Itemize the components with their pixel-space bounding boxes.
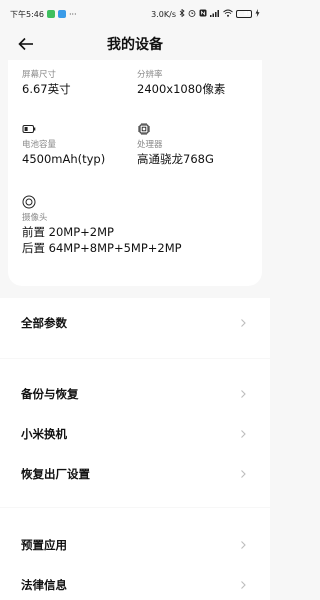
all-params-row[interactable]: 全部参数 <box>0 303 270 343</box>
battery-capacity-icon <box>22 125 36 133</box>
mi-mover-label: 小米换机 <box>21 427 67 441</box>
wifi-icon <box>223 9 233 19</box>
backup-restore-label: 备份与恢复 <box>21 387 79 401</box>
spec-camera-rear: 后置 64MP+8MP+5MP+2MP <box>22 241 182 255</box>
spec-resolution: 分辨率 2400x1080像素 <box>137 69 225 97</box>
factory-reset-row[interactable]: 恢复出厂设置 <box>0 454 270 494</box>
spec-screen-size-value: 6.67英寸 <box>22 82 71 96</box>
network-speed: 3.0K/s <box>151 9 176 19</box>
status-bar: 下午5:46 ··· 3.0K/s 85 <box>0 0 270 28</box>
battery-icon: 85 <box>236 10 252 18</box>
spec-screen-size: 屏幕尺寸 6.67英寸 <box>22 69 71 97</box>
page-title: 我的设备 <box>107 37 163 53</box>
more-notifications-indicator: ··· <box>68 9 77 19</box>
alarm-icon <box>188 9 196 19</box>
bluetooth-icon <box>179 8 185 19</box>
spec-battery-value: 4500mAh(typ) <box>22 152 106 166</box>
spec-processor-value: 高通骁龙768G <box>137 152 214 166</box>
backup-reset-group: 备份与恢复 小米换机 恢复出厂设置 <box>0 359 270 507</box>
legal-info-row[interactable]: 法律信息 <box>0 565 270 600</box>
preinstalled-apps-row[interactable]: 预置应用 <box>0 525 270 565</box>
backup-restore-row[interactable]: 备份与恢复 <box>0 374 270 414</box>
battery-level: 85 <box>244 11 251 17</box>
spec-battery: 电池容量 4500mAh(typ) <box>22 122 105 167</box>
notification-icon-blue <box>57 10 66 18</box>
spec-processor-label: 处理器 <box>137 140 163 150</box>
app-bar: 我的设备 <box>0 28 270 60</box>
back-button[interactable] <box>16 34 36 54</box>
legal-info-label: 法律信息 <box>21 578 67 592</box>
all-params-group: 全部参数 <box>0 298 270 358</box>
notification-icon-green <box>46 10 55 18</box>
spec-resolution-value: 2400x1080像素 <box>137 82 226 96</box>
chevron-right-icon <box>241 319 246 327</box>
charging-icon <box>255 9 260 19</box>
spec-processor: 处理器 高通骁龙768G <box>137 122 214 167</box>
chevron-right-icon <box>241 541 246 549</box>
back-arrow-icon <box>18 37 33 51</box>
status-time: 下午5:46 <box>10 9 44 19</box>
signal-icon <box>210 9 220 19</box>
spec-camera-front: 前置 20MP+2MP <box>22 225 114 239</box>
spec-resolution-label: 分辨率 <box>137 70 163 80</box>
all-params-label: 全部参数 <box>21 316 67 330</box>
camera-icon <box>22 195 36 209</box>
factory-reset-label: 恢复出厂设置 <box>21 467 90 481</box>
chevron-right-icon <box>241 430 246 438</box>
spec-camera-label: 摄像头 <box>22 213 48 223</box>
mi-mover-row[interactable]: 小米换机 <box>0 414 270 454</box>
preinstalled-apps-label: 预置应用 <box>21 538 67 552</box>
chevron-right-icon <box>241 390 246 398</box>
spec-screen-size-label: 屏幕尺寸 <box>22 70 57 80</box>
apps-legal-group: 预置应用 法律信息 <box>0 508 270 600</box>
spec-battery-label: 电池容量 <box>22 140 57 150</box>
chevron-right-icon <box>241 470 246 478</box>
spec-camera: 摄像头 前置 20MP+2MP 后置 64MP+8MP+5MP+2MP <box>22 195 182 256</box>
processor-chip-icon <box>138 123 150 135</box>
chevron-right-icon <box>241 581 246 589</box>
nfc-icon <box>199 9 207 19</box>
device-specs-card: 屏幕尺寸 6.67英寸 分辨率 2400x1080像素 电池容量 4500mAh… <box>8 60 262 286</box>
